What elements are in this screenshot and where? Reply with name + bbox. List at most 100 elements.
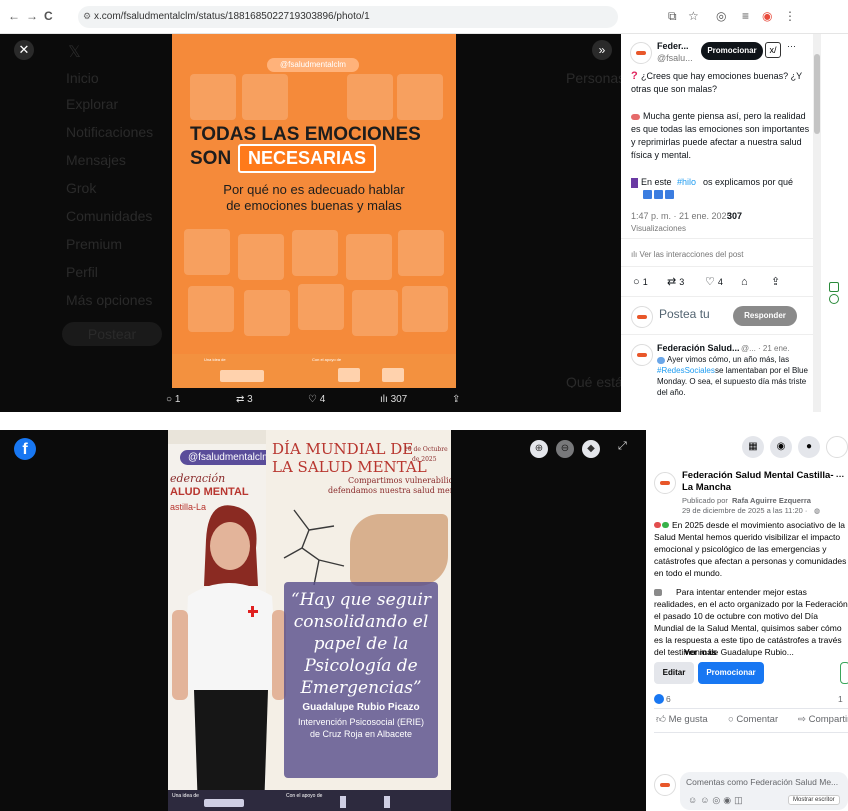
arrow-down-emoji-icon [665, 190, 674, 199]
address-bar[interactable]: ⚙ x.com/fsaludmentalclm/status/188168502… [78, 6, 618, 28]
hashtag-hilo-link[interactable]: #hilo [677, 176, 696, 189]
profile-icon[interactable]: ≡ [742, 9, 749, 23]
repost-count: 3 [679, 277, 685, 287]
comment-tools-icons[interactable]: ☺☺◎◉◫ [688, 794, 746, 806]
menu-icon[interactable]: ⋮ [784, 9, 796, 23]
sticky-note-face [346, 234, 392, 280]
divider [621, 266, 813, 267]
bookmark-icon[interactable]: ⌂ [741, 276, 748, 289]
promote-button[interactable]: Promocionar [698, 662, 764, 684]
grok-icon[interactable]: x/ [765, 42, 781, 58]
comment-input-box[interactable]: Comentas como Federación Salud Me... ☺☺◎… [680, 772, 848, 810]
like-count: 4 [319, 394, 326, 405]
quote-line: papel de la [313, 634, 409, 654]
reply-icon[interactable]: ○ 1 [633, 276, 648, 289]
comment-button[interactable]: ○ Comentar [728, 714, 778, 726]
image-subtitle: Por qué no es adecuado hablar [223, 182, 405, 197]
post-image[interactable]: @fsaludmentalclm TODAS LAS EMOCIONES SON… [172, 34, 456, 388]
photo-handle: @fsaludmentalclm [180, 450, 279, 465]
profile-avatar[interactable] [826, 436, 848, 458]
reload-icon[interactable]: C [44, 9, 53, 23]
forward-icon[interactable]: → [26, 9, 38, 23]
extension-side-icon[interactable] [829, 294, 839, 304]
repost-icon[interactable]: ⇄ 3 [667, 276, 684, 289]
image-headline-highlight: NECESARIAS [238, 144, 377, 173]
interactions-link[interactable]: ılı Ver las interacciones del post [631, 248, 744, 261]
views-icon[interactable]: ılı 307 [380, 394, 407, 405]
like-count: 4 [717, 277, 723, 287]
extension-badge-icon[interactable]: ◉ [762, 9, 772, 23]
extensions-icon[interactable]: ◎ [716, 9, 726, 23]
promote-button[interactable]: Promocionar [701, 42, 763, 60]
sticky-note-face [352, 290, 398, 336]
author-handle[interactable]: @fsalu... [657, 52, 693, 65]
published-date[interactable]: 29 de diciembre de 2025 a las 11:20 · [682, 506, 807, 516]
zoom-in-icon[interactable]: ⊕ [530, 440, 548, 458]
reply-avatar[interactable] [631, 344, 653, 366]
event-photo[interactable]: @fsaludmentalclm ederación ALUD MENTAL a… [168, 430, 451, 811]
reply-text-2: se lamentaban por el Blue Monday. O sea,… [657, 366, 808, 397]
like-icon[interactable]: ♡ 4 [308, 394, 325, 405]
repost-count: 3 [247, 394, 253, 405]
close-icon[interactable]: ✕ [14, 40, 34, 60]
sticky-note-face [292, 230, 338, 276]
sticky-note-face [242, 74, 288, 120]
post-detail-panel: Feder... @fsalu... Promocionar x/ ··· ? … [621, 34, 813, 412]
page-avatar[interactable] [654, 472, 676, 494]
apps-menu-icon[interactable]: ▦ [742, 436, 764, 458]
photo-logo-footer: Una idea de Con el apoyo de [168, 790, 451, 811]
post-text-2: Mucha gente piensa así, pero la realidad… [631, 111, 810, 160]
more-icon[interactable]: ··· [787, 40, 796, 53]
like-icon[interactable]: ♡ 4 [705, 276, 723, 289]
share-icon[interactable]: ⇪ [771, 276, 780, 289]
person-figure [172, 505, 286, 811]
notifications-icon[interactable]: ● [798, 436, 820, 458]
edit-button[interactable]: Editar [654, 662, 694, 684]
tag-icon[interactable]: ◆ [582, 440, 600, 458]
bookmark-star-icon[interactable]: ☆ [688, 9, 699, 23]
my-avatar[interactable] [631, 306, 653, 328]
ghost-nav-item: Grok [66, 180, 97, 196]
scrollbar-thumb[interactable] [814, 54, 820, 134]
image-action-bar: ○ 1 ⇄ 3 ♡ 4 ılı 307 ⇪ [0, 388, 621, 412]
share-button[interactable]: ⇨ Compartir [798, 714, 848, 726]
extension-side-icon[interactable] [840, 662, 848, 684]
reply-input[interactable]: Postea tu [659, 308, 710, 321]
ghost-nav-item: Explorar [66, 96, 119, 112]
reply-icon[interactable]: ○ 1 [166, 394, 180, 405]
like-button[interactable]: 👍︎ Me gusta [656, 714, 708, 726]
translate-icon[interactable]: ⧉ [668, 9, 677, 24]
fullscreen-icon[interactable]: ⤢ [618, 440, 627, 453]
scrollbar[interactable] [813, 34, 821, 412]
commenter-avatar[interactable] [654, 774, 676, 796]
extension-side-icon[interactable] [829, 282, 839, 292]
federation-logo [220, 370, 264, 382]
shares-count[interactable]: 1 [838, 693, 843, 705]
divider [621, 296, 813, 297]
logo-label: Con el apoyo de [312, 357, 342, 362]
sticky-note-face [244, 290, 290, 336]
like-label: Me gusta [668, 714, 708, 725]
messenger-icon[interactable]: ◉ [770, 436, 792, 458]
zoom-out-icon[interactable]: ⊖ [556, 440, 574, 458]
site-info-icon[interactable]: ⚙ [83, 11, 91, 22]
browser-side-strip [821, 34, 848, 412]
logo-label: Una idea de [204, 357, 226, 362]
repost-icon[interactable]: ⇄ 3 [236, 394, 253, 405]
comment-input[interactable]: Comentas como Federación Salud Me... [686, 776, 838, 788]
facebook-logo-icon[interactable]: f [14, 438, 36, 460]
reactions-count[interactable]: 6 [666, 693, 671, 705]
collapse-sidebar-icon[interactable]: » [592, 40, 612, 60]
share-label: Compartir [808, 714, 848, 725]
sticky-note-face [188, 286, 234, 332]
see-more-link[interactable]: Ver más [684, 646, 717, 658]
reply-button[interactable]: Responder [733, 306, 797, 326]
helping-hand-illustration [350, 514, 448, 586]
more-icon[interactable]: ··· [836, 470, 845, 482]
page-name[interactable]: Federación Salud Mental Castilla-La Manc… [682, 470, 834, 494]
author-avatar[interactable] [630, 42, 652, 64]
share-icon[interactable]: ⇪ [452, 394, 460, 405]
back-icon[interactable]: ← [8, 9, 20, 23]
show-writer-button[interactable]: Mostrar escritor [788, 795, 840, 805]
published-author[interactable]: Rafa Aguirre Ezquerra [732, 496, 811, 506]
